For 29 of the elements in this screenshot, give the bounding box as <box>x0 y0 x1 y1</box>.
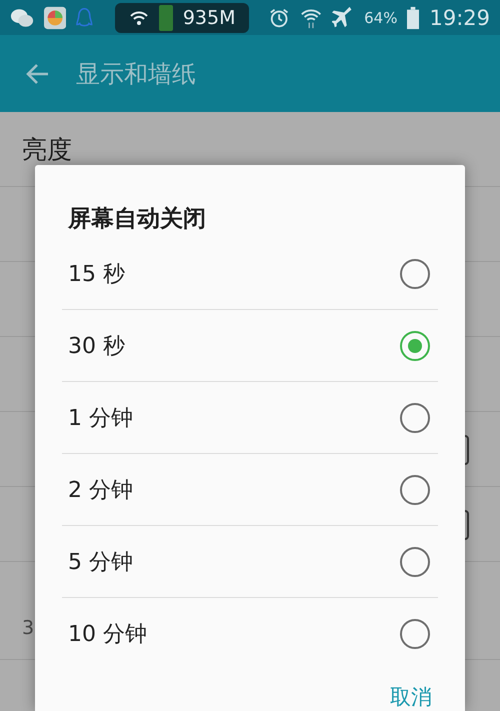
dialog-title: 屏幕自动关闭 <box>66 205 206 234</box>
radio-button[interactable] <box>400 402 430 432</box>
battery-icon <box>407 6 420 30</box>
option-label: 2 分钟 <box>68 476 133 504</box>
alarm-icon <box>269 6 290 28</box>
battery-percent: 64% <box>364 8 398 26</box>
option-label: 1 分钟 <box>68 404 133 432</box>
option-label: 30 秒 <box>68 332 125 360</box>
app-icon <box>44 6 66 30</box>
setting-title: 亮度 <box>22 134 72 166</box>
screen-title: 显示和墙纸 <box>76 58 196 90</box>
penguin-icon <box>76 6 93 30</box>
setting-subtitle: 3 <box>22 616 34 638</box>
radio-button[interactable] <box>400 258 430 288</box>
clock-time: 19:29 <box>429 6 490 30</box>
airplane-icon <box>332 6 354 30</box>
option-label: 10 分钟 <box>68 620 147 648</box>
wifi-icon <box>128 10 149 26</box>
back-arrow-icon <box>26 62 50 86</box>
cancel-button[interactable]: 取消 <box>390 683 432 711</box>
radio-button[interactable] <box>400 546 430 576</box>
radio-button[interactable] <box>400 474 430 504</box>
chat-icon <box>10 6 34 28</box>
usage-bar-icon <box>158 4 173 30</box>
option-label: 15 秒 <box>68 260 125 288</box>
radio-button[interactable] <box>400 618 430 648</box>
network-speed: 935M <box>182 6 236 28</box>
radio-button[interactable] <box>400 330 430 360</box>
option-label: 5 分钟 <box>68 548 133 576</box>
